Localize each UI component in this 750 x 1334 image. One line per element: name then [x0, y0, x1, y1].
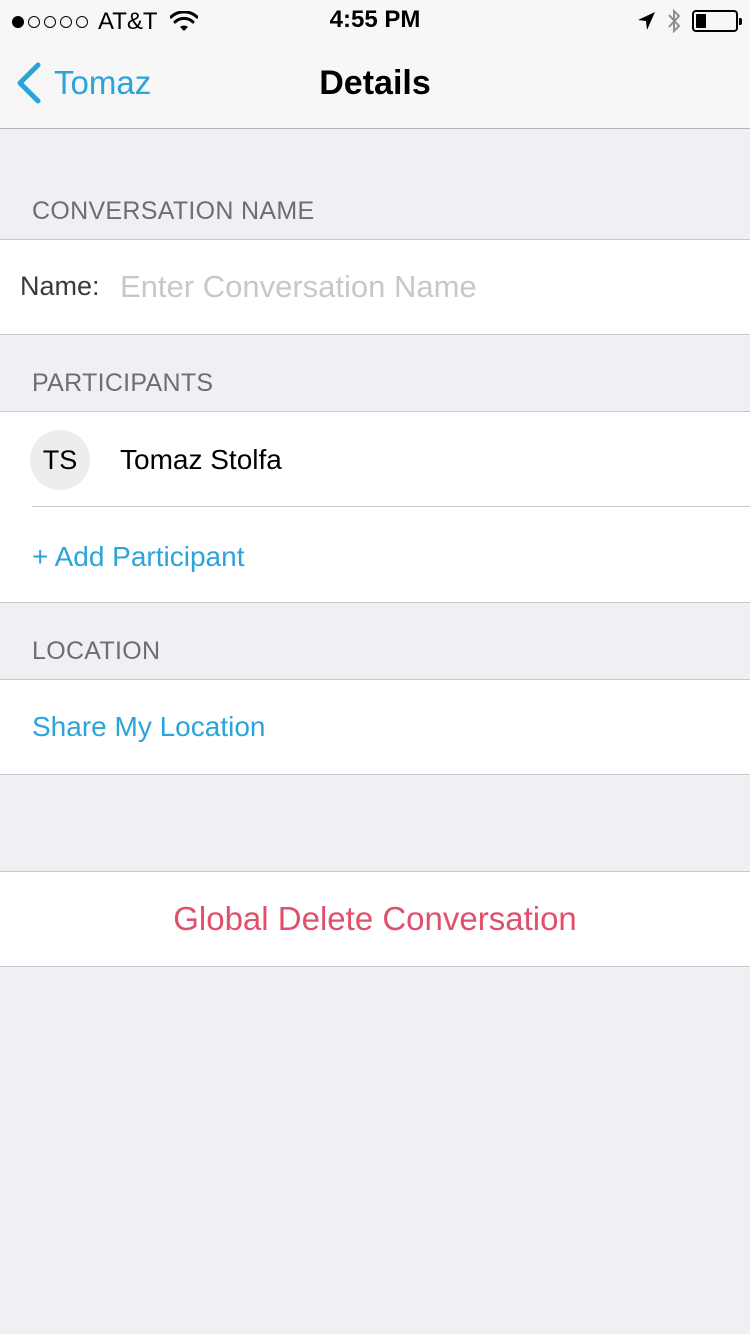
- battery-icon: [692, 10, 742, 32]
- add-participant-button[interactable]: + Add Participant: [32, 541, 244, 573]
- add-participant-row[interactable]: + Add Participant: [0, 507, 750, 602]
- bluetooth-icon: [668, 8, 681, 34]
- share-location-row[interactable]: Share My Location: [0, 680, 750, 774]
- avatar: TS: [30, 430, 90, 490]
- page-title: Details: [319, 64, 431, 102]
- battery-fill: [696, 14, 706, 28]
- participant-name: Tomaz Stolfa: [120, 444, 282, 475]
- location-header: LOCATION: [32, 637, 161, 665]
- navigation-bar: Tomaz Details: [0, 40, 750, 129]
- conversation-name-row: Name:: [0, 240, 750, 334]
- global-delete-button[interactable]: Global Delete Conversation: [0, 872, 750, 966]
- status-bar: AT&T 4:55 PM: [0, 0, 750, 40]
- status-right: [636, 8, 742, 34]
- conversation-name-input[interactable]: [120, 262, 720, 312]
- participant-row[interactable]: TS Tomaz Stolfa: [0, 412, 750, 507]
- name-label: Name:: [20, 271, 100, 301]
- location-arrow-icon: [638, 12, 655, 30]
- participants-header: PARTICIPANTS: [32, 369, 214, 397]
- share-location-button[interactable]: Share My Location: [32, 711, 265, 743]
- conversation-name-group: Name:: [0, 239, 750, 335]
- participants-group: TS Tomaz Stolfa + Add Participant: [0, 411, 750, 603]
- delete-group: Global Delete Conversation: [0, 871, 750, 967]
- conversation-name-header: CONVERSATION NAME: [32, 197, 315, 225]
- location-group: Share My Location: [0, 679, 750, 775]
- details-screen: AT&T 4:55 PM Tomaz Details CONVERSATION …: [0, 0, 750, 1334]
